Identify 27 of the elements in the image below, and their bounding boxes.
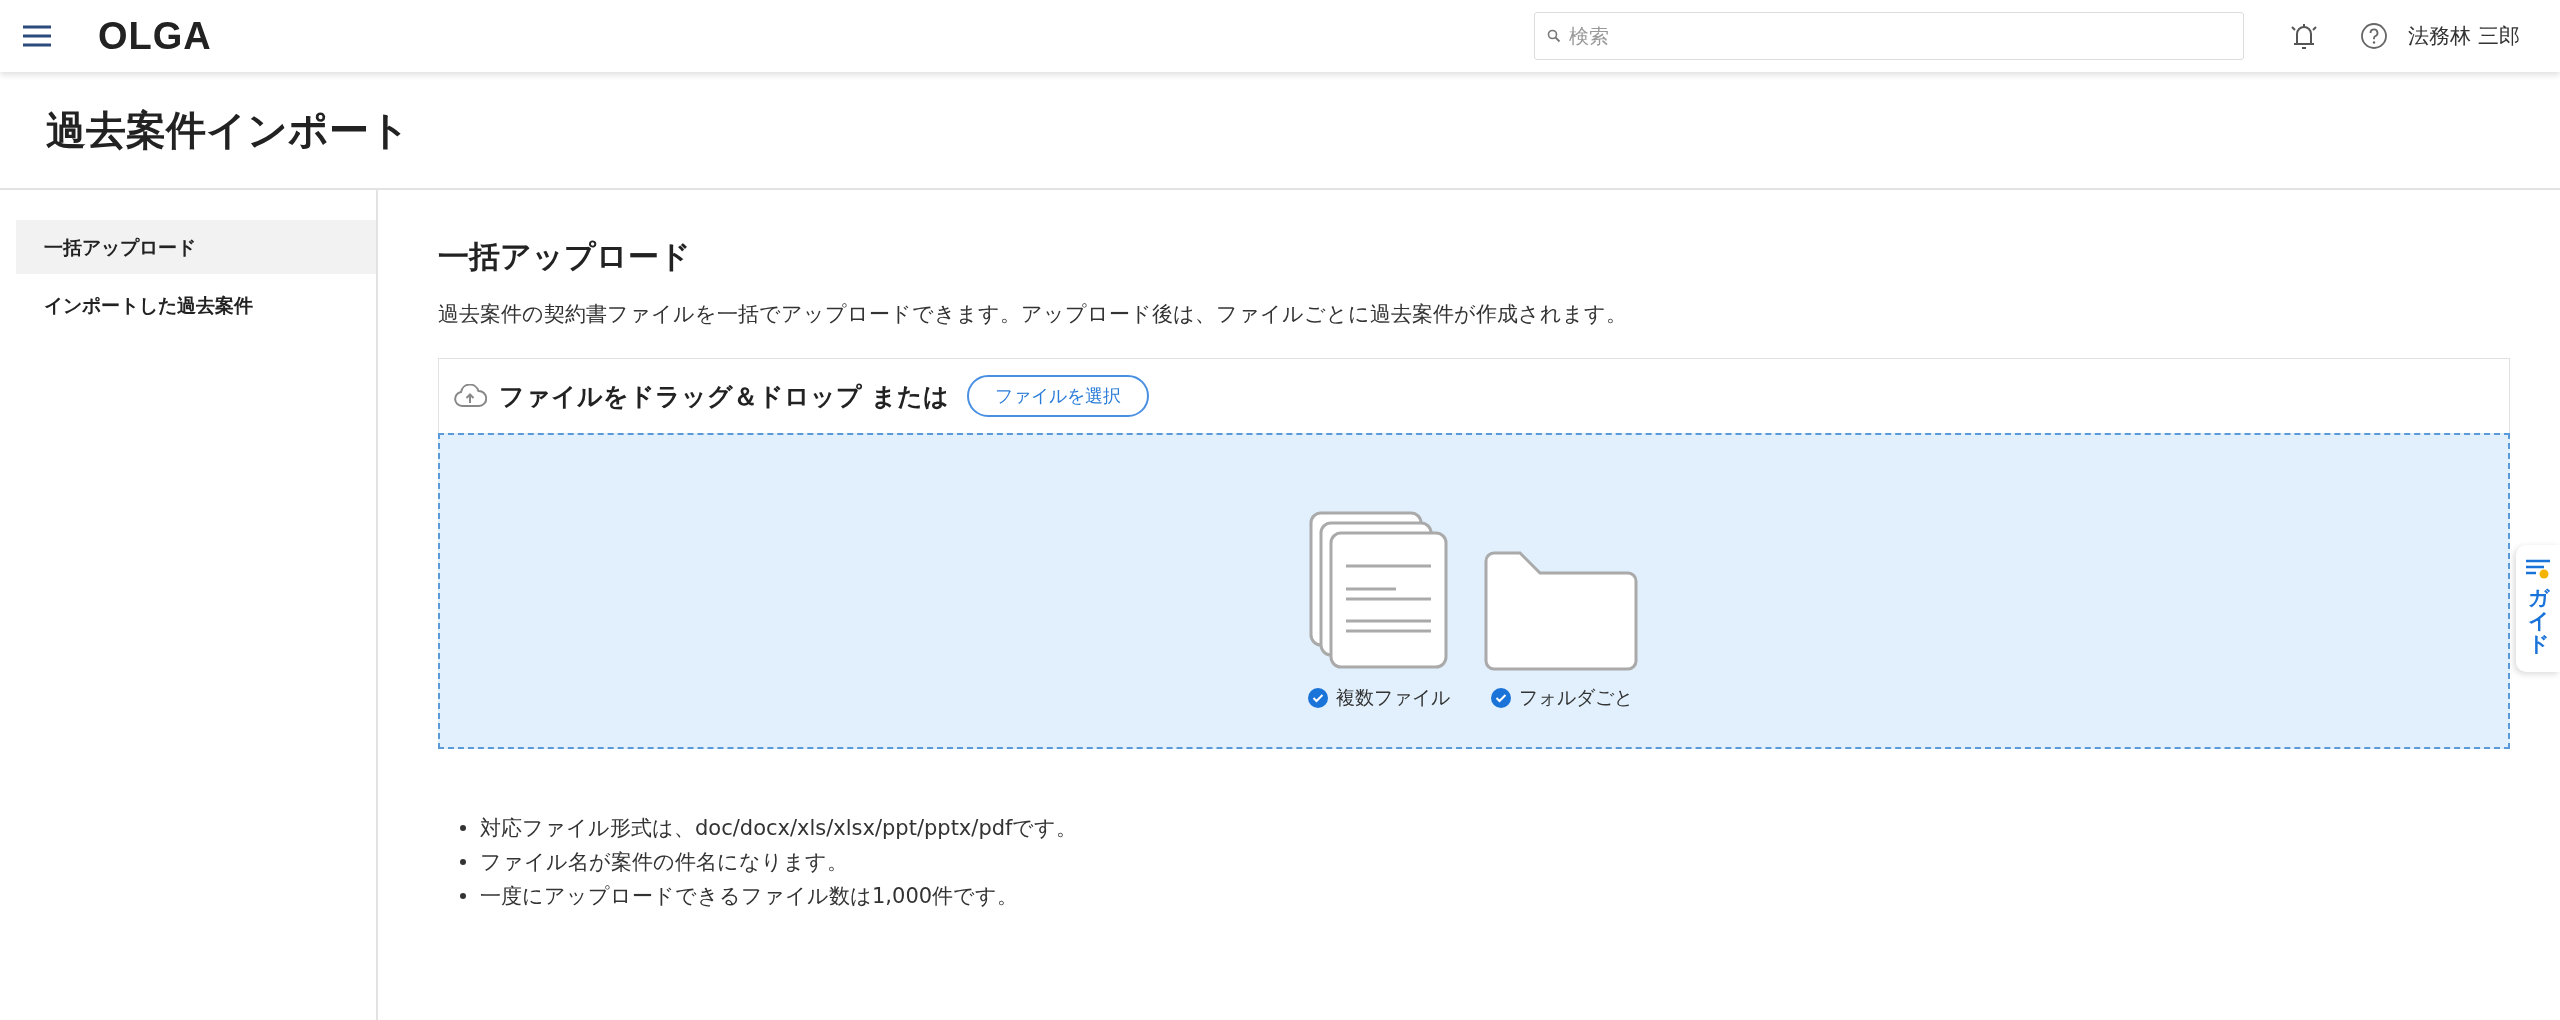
note-text: 一度にアップロードできるファイル数は1,000件です。 (480, 883, 1019, 910)
guide-tab[interactable]: ガイド (2516, 545, 2560, 673)
drop-zone[interactable]: 複数ファイル フォルダごと (438, 433, 2510, 749)
option-label: 複数ファイル (1336, 685, 1450, 710)
section-heading: 一括アップロード (438, 237, 692, 276)
note-text: 対応ファイル形式は、doc/docx/xls/xlsx/ppt/pptx/pdfです。 (480, 815, 1078, 842)
app-logo[interactable]: OLGA (98, 14, 212, 58)
option-label: フォルダごと (1519, 685, 1633, 710)
user-name[interactable]: 法務林 三郎 (2408, 22, 2520, 50)
select-file-button[interactable]: ファイルを選択 (966, 375, 1149, 417)
list-icon (2525, 559, 2551, 581)
drop-prompt: ファイルをドラッグ＆ドロップ または (499, 380, 949, 413)
bullet-icon (460, 859, 466, 865)
help-icon[interactable] (2360, 22, 2389, 50)
check-circle-icon (1491, 688, 1511, 708)
cloud-upload-icon (453, 384, 487, 408)
bullet-icon (460, 825, 466, 831)
sidebar-item[interactable]: インポートした過去案件 (16, 278, 376, 332)
page-title: 過去案件インポート (46, 105, 410, 155)
menu-icon[interactable] (22, 25, 52, 47)
sidebar-item[interactable]: 一括アップロード (16, 220, 376, 274)
description-text: 過去案件の契約書ファイルを一括でアップロードできます。アップロード後は、ファイルごとに過去案件が作成されます。 (438, 301, 1628, 328)
bullet-icon (460, 893, 466, 899)
check-circle-icon (1308, 688, 1328, 708)
search-field[interactable]: 検索 (1534, 12, 2245, 60)
note-text: ファイル名が案件の件名になります。 (480, 849, 848, 876)
documents-icon (1309, 511, 1449, 671)
